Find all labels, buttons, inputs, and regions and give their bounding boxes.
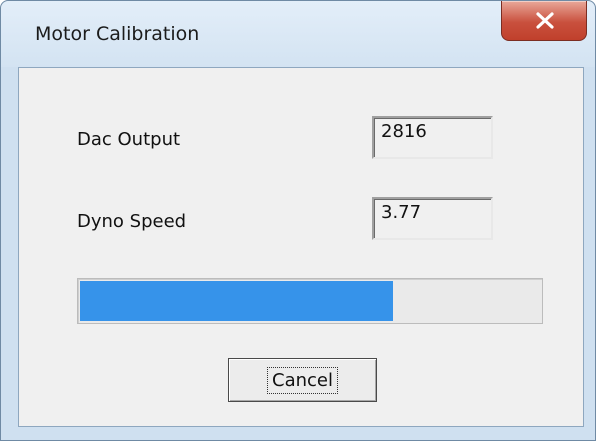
dac-output-label: Dac Output [77, 129, 181, 150]
progress-fill [80, 281, 393, 321]
close-icon [536, 12, 554, 29]
dac-output-readout: 2816 [372, 116, 493, 159]
dyno-speed-readout: 3.77 [372, 197, 493, 240]
close-button[interactable] [501, 1, 587, 41]
calibration-progress-bar [77, 278, 543, 324]
cancel-button[interactable]: Cancel [228, 358, 377, 402]
title-bar[interactable]: Motor Calibration [1, 1, 595, 67]
dyno-speed-label: Dyno Speed [77, 211, 187, 232]
dialog-body: Dac Output 2816 Dyno Speed 3.77 Cancel [18, 67, 584, 427]
window-title: Motor Calibration [35, 23, 200, 45]
dialog-window: Motor Calibration Dac Output 2816 Dyno S… [0, 0, 596, 441]
cancel-button-label: Cancel [267, 366, 338, 394]
